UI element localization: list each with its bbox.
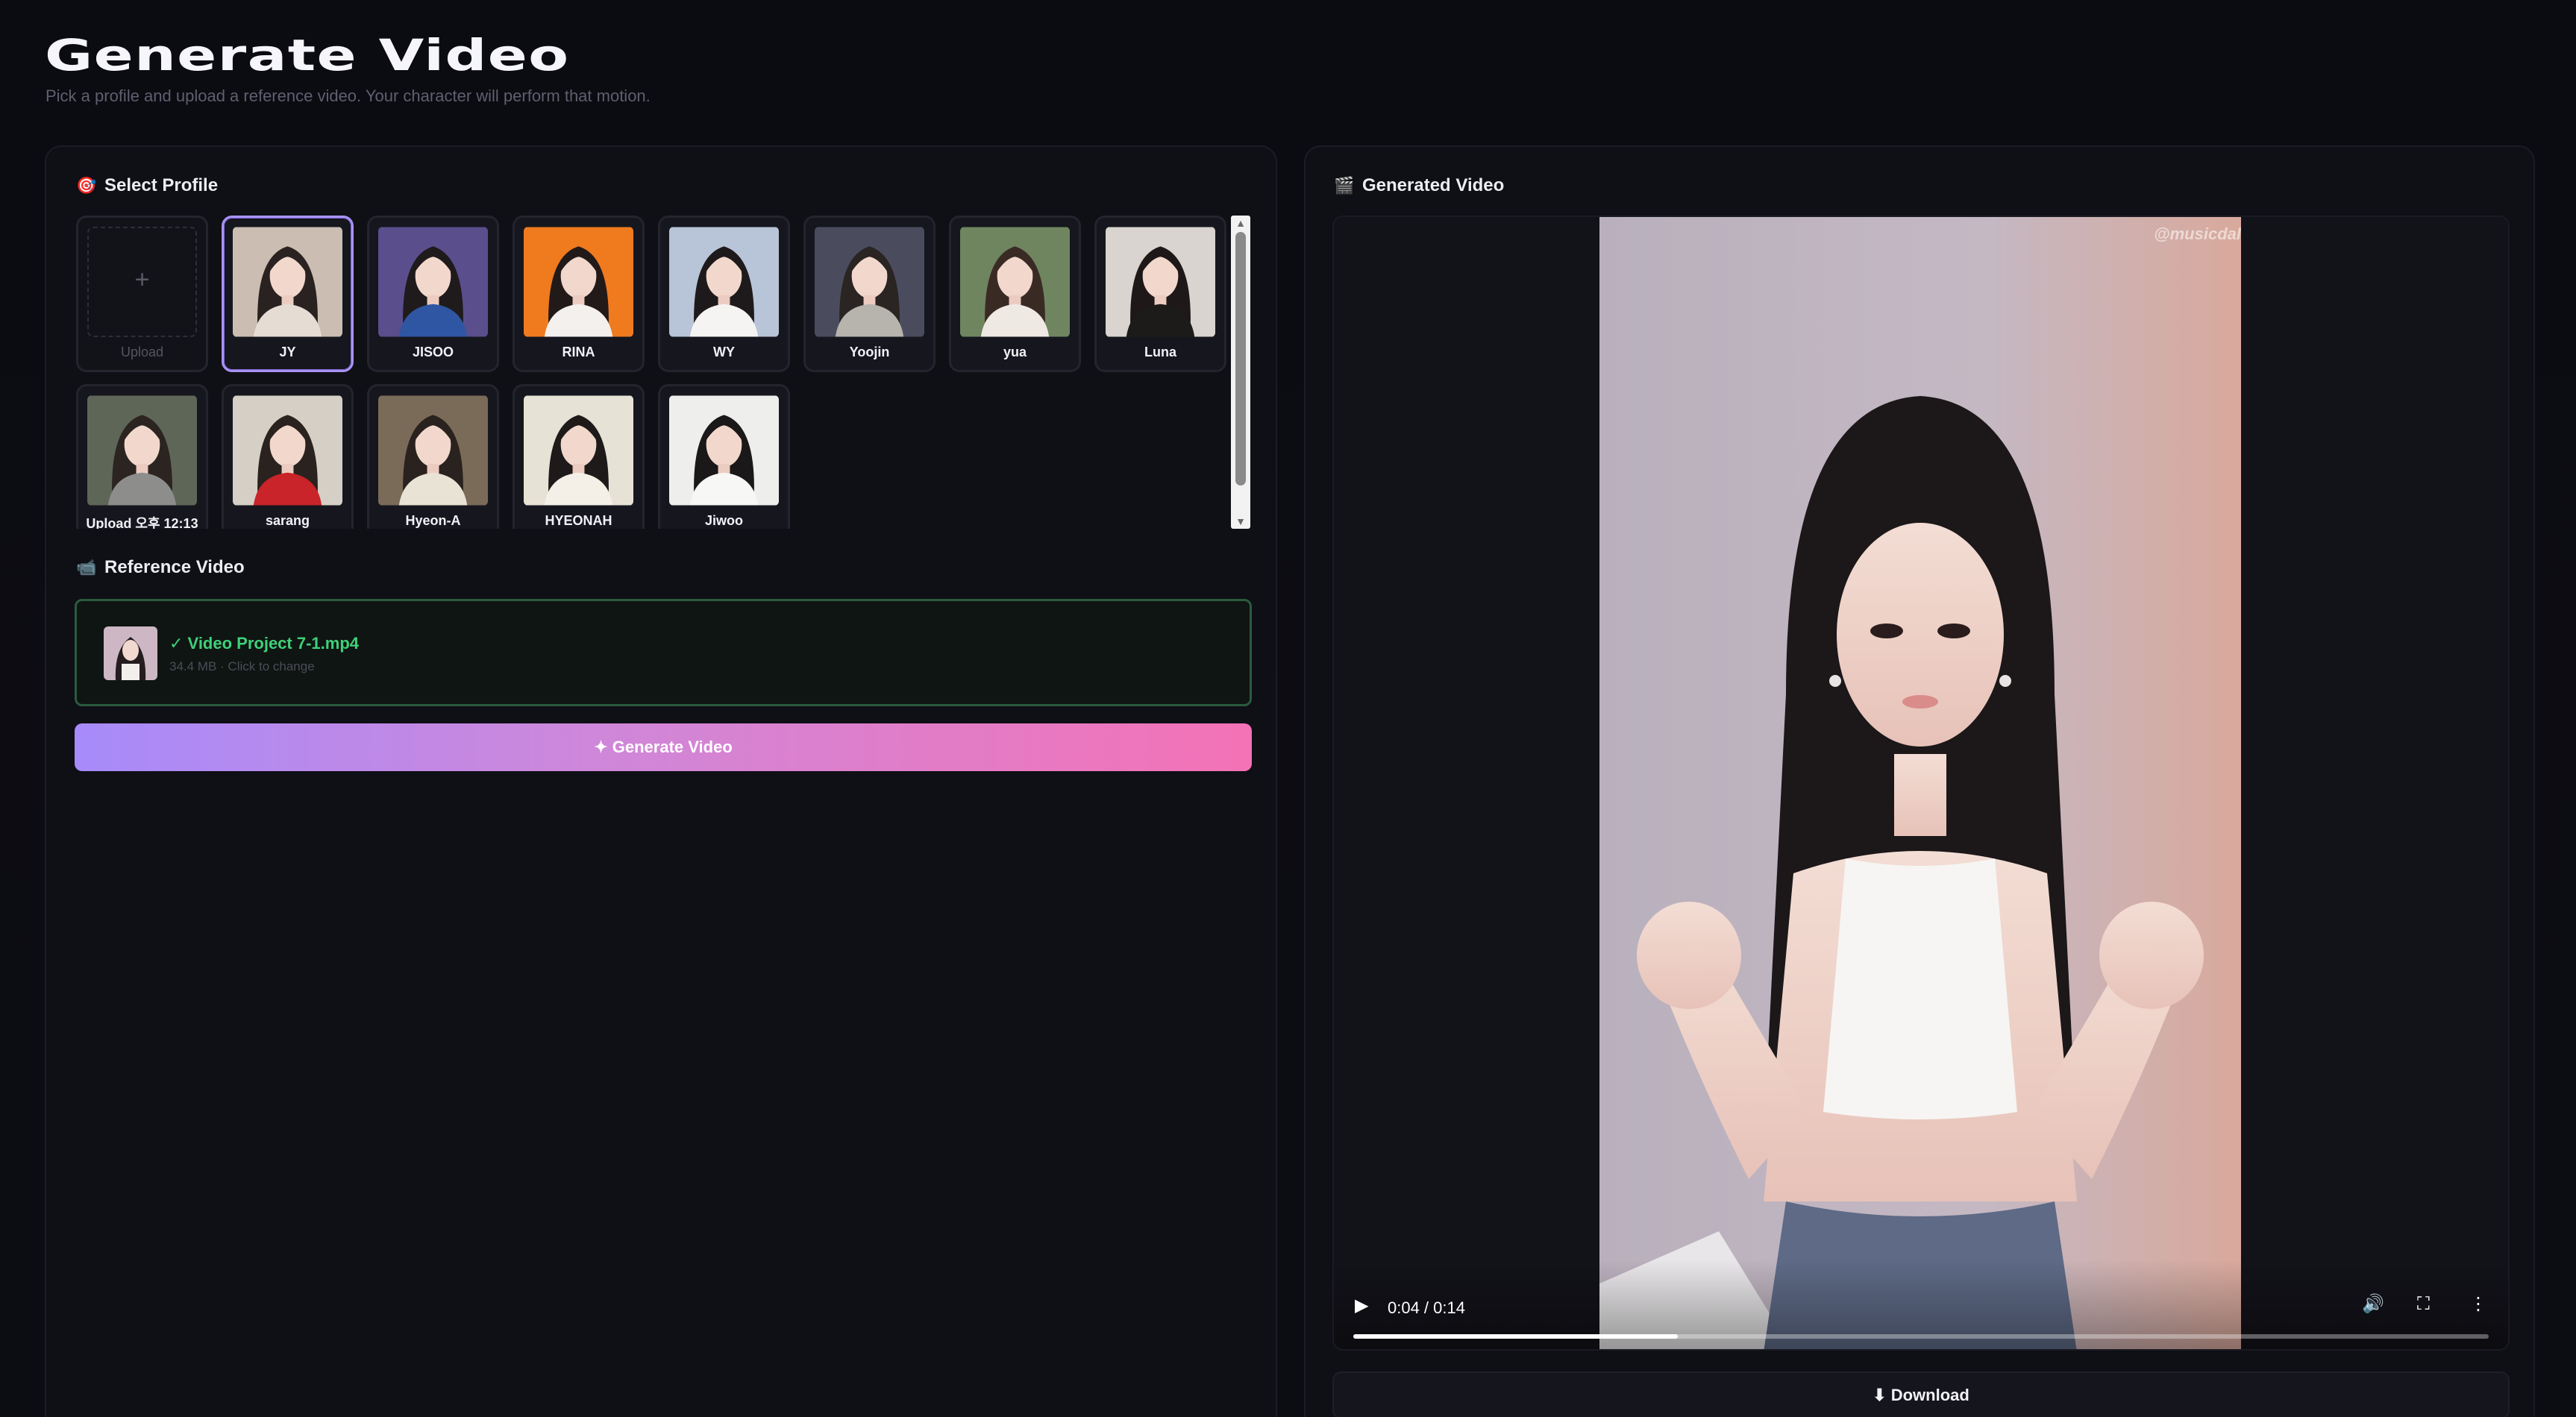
- reference-video-title: Reference Video: [104, 557, 245, 577]
- profile-card[interactable]: HYEONAH: [513, 384, 645, 529]
- profile-card[interactable]: Hyeon-A: [367, 384, 499, 529]
- upload-dropzone: +: [87, 227, 197, 337]
- plus-icon: +: [134, 266, 150, 294]
- page-title: Generate Video: [45, 30, 570, 81]
- profile-grid-scroll[interactable]: + Upload JY JISOO RINA WY Yoojin yua Luna Uploa…: [76, 216, 1270, 529]
- profile-avatar: [960, 227, 1070, 337]
- profile-card[interactable]: sarang: [222, 384, 354, 529]
- video-camera-icon: 📹: [76, 558, 97, 576]
- profile-avatar: [233, 395, 342, 506]
- profile-card[interactable]: Jiwoo: [658, 384, 790, 529]
- profile-name: yua: [1003, 345, 1027, 359]
- generated-video-title: Generated Video: [1362, 175, 1505, 195]
- profile-avatar: [378, 395, 488, 506]
- profile-avatar: [524, 227, 633, 337]
- profile-avatar: [815, 227, 924, 337]
- profile-card[interactable]: JY: [222, 216, 354, 372]
- scroll-down-arrow-icon[interactable]: ▼: [1231, 515, 1250, 527]
- profile-name: HYEONAH: [545, 513, 612, 528]
- profile-card[interactable]: Yoojin: [803, 216, 936, 372]
- target-icon: 🎯: [76, 176, 97, 195]
- video-frame-image: @musicdal: [1599, 217, 2241, 1349]
- video-time-display: 0:04 / 0:14: [1388, 1298, 1465, 1317]
- profile-avatar: [669, 227, 779, 337]
- reference-video-thumbnail: [104, 626, 157, 680]
- more-options-icon[interactable]: ⋮: [2469, 1295, 2487, 1313]
- generate-video-button[interactable]: ✦ Generate Video: [75, 723, 1252, 771]
- profile-avatar: [87, 395, 197, 506]
- video-watermark: @musicdal: [2154, 224, 2241, 243]
- profile-card[interactable]: Upload 오후 12:13: [76, 384, 208, 529]
- profile-card[interactable]: JISOO: [367, 216, 499, 372]
- profile-name: Luna: [1144, 345, 1176, 359]
- output-panel: 🎬 Generated Video @musicdal ▶ 0:04 / 0:1…: [1304, 145, 2535, 1417]
- video-frame-illustration: [1599, 217, 2241, 1349]
- profile-grid-scrollbar[interactable]: ▲ ▼: [1231, 216, 1250, 529]
- profile-name: Jiwoo: [704, 513, 743, 528]
- scrollbar-thumb[interactable]: [1235, 232, 1246, 486]
- generated-video-heading: 🎬 Generated Video: [1334, 175, 1504, 196]
- reference-video-heading: 📹 Reference Video: [76, 557, 245, 578]
- play-icon[interactable]: ▶: [1355, 1297, 1368, 1315]
- video-player[interactable]: @musicdal ▶ 0:04 / 0:14 🔊 ⛶ ⋮: [1332, 216, 2510, 1351]
- select-profile-heading: 🎯 Select Profile: [76, 175, 218, 196]
- reference-thumbnail-image: [104, 626, 157, 680]
- page-subtitle: Pick a profile and upload a reference vi…: [46, 87, 651, 105]
- profile-avatar: [378, 227, 488, 337]
- profile-card[interactable]: RINA: [513, 216, 645, 372]
- clapper-icon: 🎬: [1334, 176, 1355, 195]
- profile-card[interactable]: WY: [658, 216, 790, 372]
- profile-name: sarang: [265, 513, 310, 528]
- profile-name: JY: [279, 345, 296, 359]
- profile-name: Hyeon-A: [405, 513, 461, 528]
- input-panel: 🎯 Select Profile + Upload JY JISOO RINA WY Y…: [45, 145, 1277, 1417]
- upload-profile-card[interactable]: + Upload: [76, 216, 208, 372]
- profile-name: JISOO: [412, 345, 454, 359]
- download-button[interactable]: ⬇ Download: [1332, 1372, 2510, 1417]
- profile-avatar: [524, 395, 633, 506]
- reference-file-meta: 34.4 MB · Click to change: [169, 659, 315, 673]
- profile-name: Upload 오후 12:13: [86, 516, 198, 529]
- profile-name: RINA: [562, 345, 595, 359]
- page: Generate Video Pick a profile and upload…: [0, 0, 2576, 1417]
- select-profile-title: Select Profile: [104, 175, 219, 195]
- profile-avatar: [1106, 227, 1215, 337]
- profile-avatar: [233, 227, 342, 337]
- video-controls: ▶ 0:04 / 0:14 🔊 ⛶ ⋮: [1334, 1260, 2508, 1349]
- profile-name: Yoojin: [849, 345, 890, 359]
- video-progress-bar[interactable]: [1353, 1334, 2489, 1339]
- upload-label: Upload: [120, 345, 164, 359]
- reference-video-dropzone[interactable]: ✓ Video Project 7-1.mp4 34.4 MB · Click …: [75, 599, 1252, 706]
- profile-card[interactable]: yua: [949, 216, 1081, 372]
- fullscreen-icon[interactable]: ⛶: [2417, 1295, 2430, 1313]
- profile-avatar: [669, 395, 779, 506]
- video-progress-fill: [1353, 1334, 1678, 1339]
- scroll-up-arrow-icon[interactable]: ▲: [1231, 217, 1250, 229]
- volume-icon[interactable]: 🔊: [2362, 1295, 2384, 1313]
- profile-name: WY: [713, 345, 735, 359]
- reference-file-name: ✓ Video Project 7-1.mp4: [169, 634, 359, 653]
- profile-card[interactable]: Luna: [1094, 216, 1226, 372]
